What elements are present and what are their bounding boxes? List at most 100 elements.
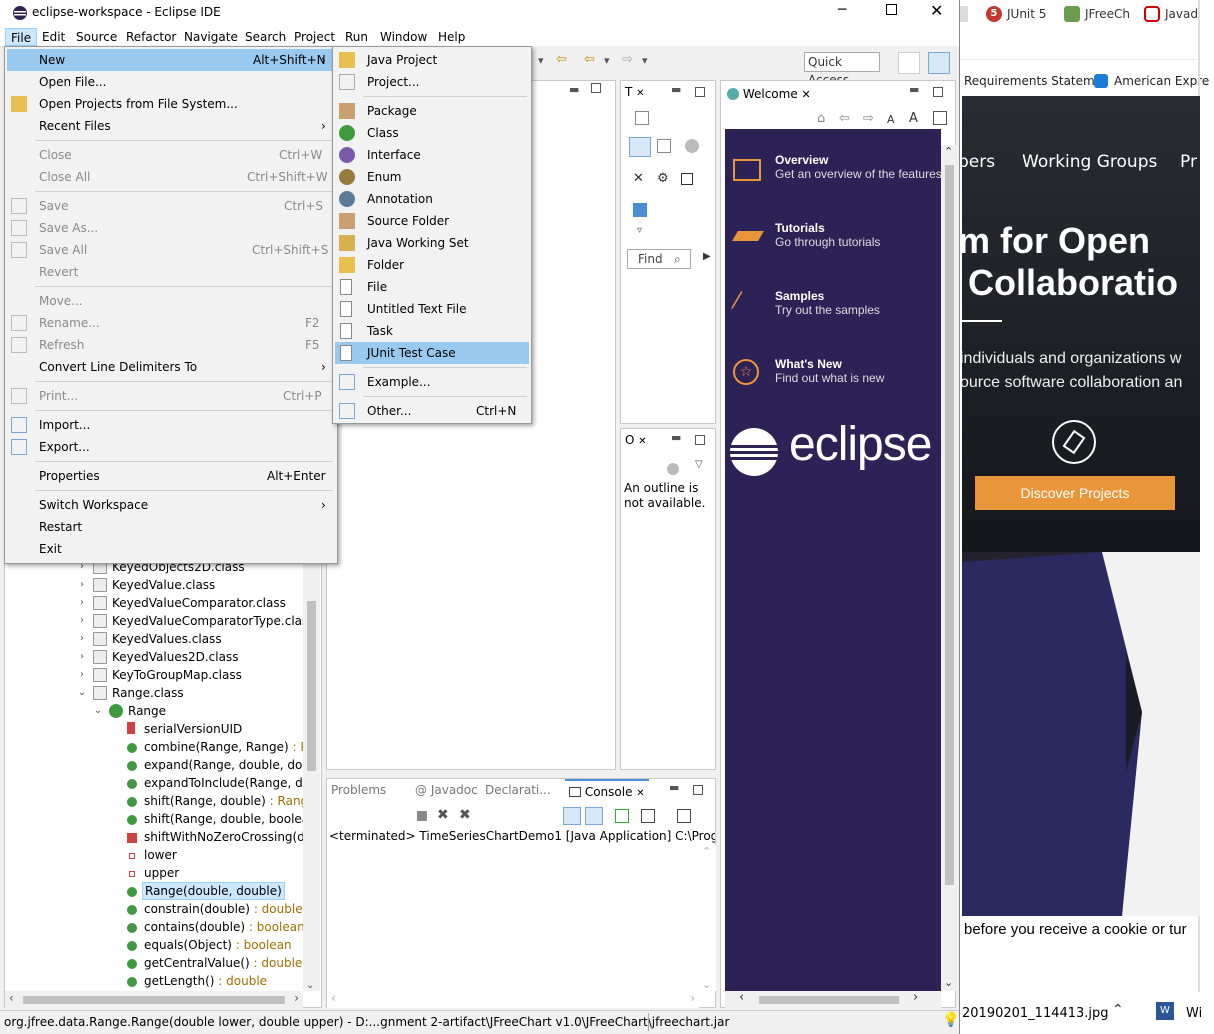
menu-item-package[interactable]: Package [335,100,529,122]
menu-item-save-as[interactable]: Save As... [7,217,335,239]
menu-item-enum[interactable]: Enum [335,166,529,188]
new-task-icon[interactable] [635,111,649,125]
task-repo-icon[interactable] [633,203,647,217]
close-tab-icon[interactable]: ✕ [638,436,646,447]
menu-search[interactable]: Search [240,28,291,46]
menu-window[interactable]: Window [375,28,432,46]
menu-item-restart[interactable]: Restart [7,516,335,538]
scroll-up-icon[interactable]: ⌃ [702,845,711,858]
menu-item-annotation[interactable]: Annotation [335,188,529,210]
scroll-left-icon[interactable]: ‹ [9,991,14,1005]
minimize-view-icon[interactable]: ▬ [909,83,919,96]
chevron-right-icon[interactable]: › [77,594,87,612]
menu-item-open-file[interactable]: Open File... [7,71,335,93]
chevron-right-icon[interactable]: › [77,576,87,594]
quick-access-input[interactable]: Quick Access [804,52,880,87]
console-horizontal-scrollbar[interactable]: ‹ › [327,991,699,1008]
menu-item-java-project[interactable]: Java Project [335,49,529,71]
menu-project[interactable]: Project [289,28,340,46]
restore-icon[interactable] [933,111,947,125]
overview-desc[interactable]: Get an overview of the features [775,167,942,181]
schedule-icon[interactable] [657,139,671,153]
dropdown-arrow-icon[interactable]: ▾ [642,54,648,67]
maximize-view-icon[interactable] [693,785,703,795]
menu-navigate[interactable]: Navigate [179,28,243,46]
scroll-right-icon[interactable]: › [294,991,299,1005]
menu-item-interface[interactable]: Interface [335,144,529,166]
whats-new-title[interactable]: What's New [775,357,842,371]
samples-desc[interactable]: Try out the samples [775,303,880,317]
find-input[interactable]: Find ⌕ [627,249,691,269]
minimize-view-icon[interactable]: ▬ [671,83,681,96]
menu-item-recent-files[interactable]: Recent Files › [7,115,335,137]
tab-welcome[interactable]: Welcome ✕ [727,83,811,105]
menu-item-class[interactable]: Class [335,122,529,144]
scroll-down-icon[interactable]: ⌄ [944,976,953,989]
browser-tab-jfreechart[interactable]: JFreeCh [1064,4,1130,24]
tutorials-title[interactable]: Tutorials [775,221,825,235]
chevron-down-icon[interactable]: ⌄ [77,684,87,702]
menu-item-revert[interactable]: Revert [7,261,335,283]
tab-console[interactable]: Console ✕ [565,779,649,801]
view-menu-icon[interactable]: ▽ [695,459,703,470]
discover-projects-button[interactable]: Discover Projects [975,476,1175,510]
java-perspective-icon[interactable] [928,52,950,74]
forward-icon[interactable]: ⇨ [863,111,874,126]
tab-javadoc[interactable]: @ Javadoc [415,779,478,801]
last-edit-icon[interactable]: ⇦ [556,52,567,67]
lightbulb-icon[interactable]: 💡 [942,1012,959,1028]
menu-run[interactable]: Run [340,28,373,46]
tutorials-desc[interactable]: Go through tutorials [775,235,880,249]
menu-refactor[interactable]: Refactor [121,28,181,46]
menu-file[interactable]: File [5,28,38,46]
categorize-icon[interactable] [629,137,651,157]
tree-vertical-scrollbar[interactable]: ⌄ [303,561,320,991]
remove-all-icon[interactable]: ✖ [459,807,471,823]
maximize-view-icon[interactable] [591,83,601,93]
scroll-down-icon[interactable]: ⌄ [702,978,711,991]
open-console-icon[interactable] [677,809,691,823]
bookmark-requirements[interactable]: Requirements Statem [964,72,1095,90]
welcome-vertical-scrollbar[interactable]: ⌃ ⌄ [941,145,958,991]
chevron-up-icon[interactable]: ⌃ [1112,1002,1124,1018]
dropdown-arrow-icon[interactable]: ▾ [604,54,610,67]
scroll-left-icon[interactable]: ‹ [331,991,336,1005]
menu-edit[interactable]: Edit [37,28,70,46]
chevron-down-icon[interactable]: ⌄ [93,702,103,720]
back-icon[interactable]: ⇦ [584,52,595,67]
menu-item-close[interactable]: Close Ctrl+W [7,144,335,166]
menu-item-folder[interactable]: Folder [335,254,529,276]
site-nav-members[interactable]: bers [962,152,995,172]
close-tab-icon[interactable]: ✕ [636,788,644,799]
chevron-right-icon[interactable]: ▶ [703,251,711,262]
maximize-view-icon[interactable] [695,435,705,445]
menu-item-convert-line-delimiters[interactable]: Convert Line Delimiters To › [7,356,335,378]
remove-launch-icon[interactable]: ✖ [437,807,449,823]
menu-item-export[interactable]: Export... [7,436,335,458]
close-icon[interactable]: ✕ [930,1,943,20]
chevron-right-icon[interactable]: › [77,648,87,666]
focus-icon[interactable] [667,463,679,475]
menu-item-new[interactable]: New Alt+Shift+N › [7,49,335,71]
scroll-right-icon[interactable]: › [690,991,695,1005]
maximize-view-icon[interactable] [695,87,705,97]
menu-item-move[interactable]: Move... [7,290,335,312]
welcome-horizontal-scrollbar[interactable]: ‹ › [725,990,941,1008]
tree-horizontal-scrollbar[interactable]: ‹ › [5,991,303,1008]
menu-item-print[interactable]: Print... Ctrl+P [7,385,335,407]
browser-tab-javadoc[interactable]: Javad [1144,4,1198,24]
menu-item-source-folder[interactable]: Source Folder [335,210,529,232]
dropdown-arrow-icon[interactable]: ▾ [538,54,544,67]
site-nav-projects[interactable]: Pr [1180,152,1197,172]
menu-item-project[interactable]: Project... [335,71,529,93]
collapse-all-icon[interactable]: ✕ [633,171,644,186]
menu-item-task[interactable]: Task [335,320,529,342]
focus-icon[interactable] [685,139,699,153]
minimize-view-icon[interactable]: ▬ [671,431,681,444]
home-icon[interactable]: ⌂ [817,111,825,126]
menu-item-refresh[interactable]: Refresh F5 [7,334,335,356]
tab-declaration[interactable]: Declarati... [485,779,551,801]
menu-item-open-projects[interactable]: Open Projects from File System... [7,93,335,115]
pin-console-icon[interactable] [615,809,629,823]
menu-item-example[interactable]: Example... [335,371,529,393]
